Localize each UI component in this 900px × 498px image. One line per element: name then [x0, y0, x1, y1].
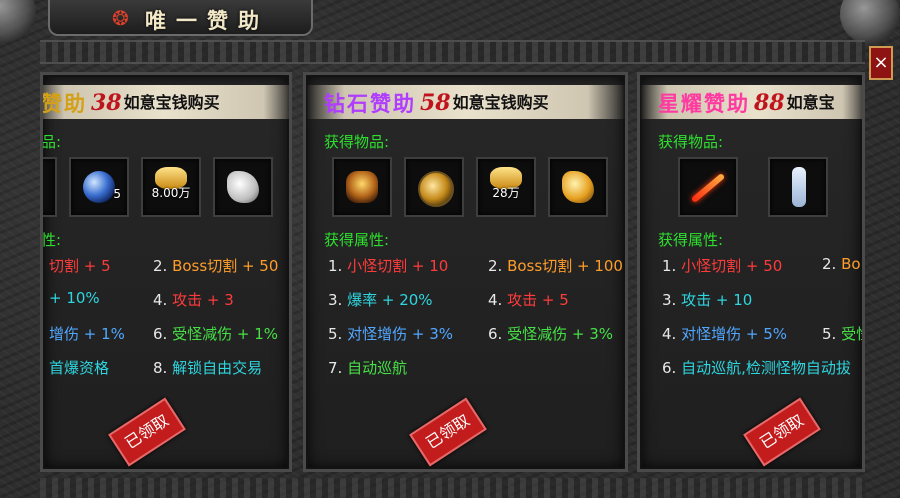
attribute-5: 增伤 + 1%: [49, 325, 125, 343]
claimed-stamp[interactable]: 已领取: [108, 397, 186, 467]
title-tab: ❂ 唯一赞助: [48, 0, 313, 36]
attribute-6: 6. 自动巡航,检测怪物自动拔: [662, 359, 851, 377]
golden-horse-mount-icon: [562, 171, 594, 203]
card-price-tail: 如意宝钱购买: [123, 92, 220, 112]
attribute-3: + 10%: [49, 289, 100, 307]
golden-helmet-icon: [346, 171, 378, 203]
item-slot[interactable]: [678, 157, 738, 217]
item-slot[interactable]: [548, 157, 608, 217]
attribute-4: 4. 攻击 + 3: [153, 291, 234, 309]
gold-coin-medallion-icon: [418, 171, 454, 207]
attribute-6: 6. 受怪减伤 + 3%: [488, 325, 613, 343]
attribute-1: 切割 + 5: [49, 257, 111, 275]
item-count: 8.00万: [151, 186, 191, 200]
card-price: 88: [754, 89, 785, 116]
attribute-5: 5. 受怪: [822, 325, 862, 343]
item-slot[interactable]: [404, 157, 464, 217]
item-slot[interactable]: [768, 157, 828, 217]
sponsor-card-1: 赞助 38 如意宝钱购买 品: 5 8.00万 性: 切割 + 5 2. Boss切…: [40, 72, 292, 472]
attribute-8: 8. 解锁自由交易: [153, 359, 263, 377]
card-price: 58: [420, 89, 451, 116]
item-slot[interactable]: 28万: [476, 157, 536, 217]
attribute-3: 3. 攻击 + 10: [662, 291, 753, 309]
claimed-stamp[interactable]: 已领取: [409, 397, 487, 467]
bottom-fret-border: [40, 478, 865, 498]
card-header: 赞助 38 如意宝钱购买: [41, 85, 289, 119]
attribute-2: 2. Boss切割 + 100: [488, 257, 623, 275]
attribute-2: 2. Bo: [822, 255, 861, 273]
attribute-1: 1. 小怪切割 + 50: [662, 257, 783, 275]
flame-sword-icon: [690, 172, 726, 204]
item-slot[interactable]: 5: [69, 157, 129, 217]
attribute-2: 2. Boss切割 + 50: [153, 257, 279, 275]
attribute-5: 5. 对怪增伤 + 3%: [328, 325, 453, 343]
gem-orb-icon: [83, 171, 115, 203]
card-price-tail: 如意宝钱购买: [452, 92, 549, 112]
item-slot[interactable]: [43, 157, 57, 217]
card-header: 星耀赞助 88 如意宝: [640, 85, 862, 119]
card-price-tail: 如意宝: [786, 92, 835, 112]
white-robed-figure-icon: [792, 167, 806, 207]
attribute-7: 首爆资格: [49, 359, 110, 377]
white-horse-mount-icon: [227, 171, 259, 203]
items-label: 品:: [41, 133, 62, 151]
card-name: 星耀赞助: [658, 90, 750, 116]
attribute-1: 1. 小怪切割 + 10: [328, 257, 449, 275]
item-slot[interactable]: [213, 157, 273, 217]
attribute-7: 7. 自动巡航: [328, 359, 408, 377]
card-name: 钻石赞助: [324, 90, 416, 116]
dragon-ornament-top-right: [840, 0, 900, 44]
items-label: 获得物品:: [324, 133, 390, 151]
dragon-ornament-top-left: [0, 0, 36, 42]
item-slot[interactable]: [332, 157, 392, 217]
sponsor-window: ❂ 唯一赞助 × 赞助 38 如意宝钱购买 品: 5 8.00万 性: 切割 + 5: [0, 0, 900, 498]
items-label: 获得物品:: [658, 133, 724, 151]
card-header: 钻石赞助 58 如意宝钱购买: [306, 85, 625, 119]
attribute-6: 6. 受怪减伤 + 1%: [153, 325, 278, 343]
top-fret-border: [40, 40, 865, 64]
sponsor-card-2: 钻石赞助 58 如意宝钱购买 获得物品: 28万 获得属性: 1. 小怪切割 + 1…: [303, 72, 628, 472]
item-slot[interactable]: 8.00万: [141, 157, 201, 217]
cloud-ornament-icon: ❂: [112, 6, 129, 30]
card-price: 38: [91, 89, 122, 116]
attributes-label: 性:: [41, 231, 62, 249]
claimed-stamp[interactable]: 已领取: [743, 397, 821, 467]
attributes-label: 获得属性:: [658, 231, 724, 249]
attribute-4: 4. 对怪增伤 + 5%: [662, 325, 787, 343]
item-count: 28万: [492, 186, 520, 200]
item-count: 5: [113, 187, 121, 201]
window-title: 唯一赞助: [145, 8, 269, 33]
sponsor-card-3: 星耀赞助 88 如意宝 获得物品: 获得属性: 1. 小怪切割 + 50 2. Bo…: [637, 72, 865, 472]
card-name: 赞助: [41, 90, 87, 116]
close-button[interactable]: ×: [869, 46, 893, 80]
attribute-4: 4. 攻击 + 5: [488, 291, 569, 309]
attribute-3: 3. 爆率 + 20%: [328, 291, 433, 309]
attributes-label: 获得属性:: [324, 231, 390, 249]
